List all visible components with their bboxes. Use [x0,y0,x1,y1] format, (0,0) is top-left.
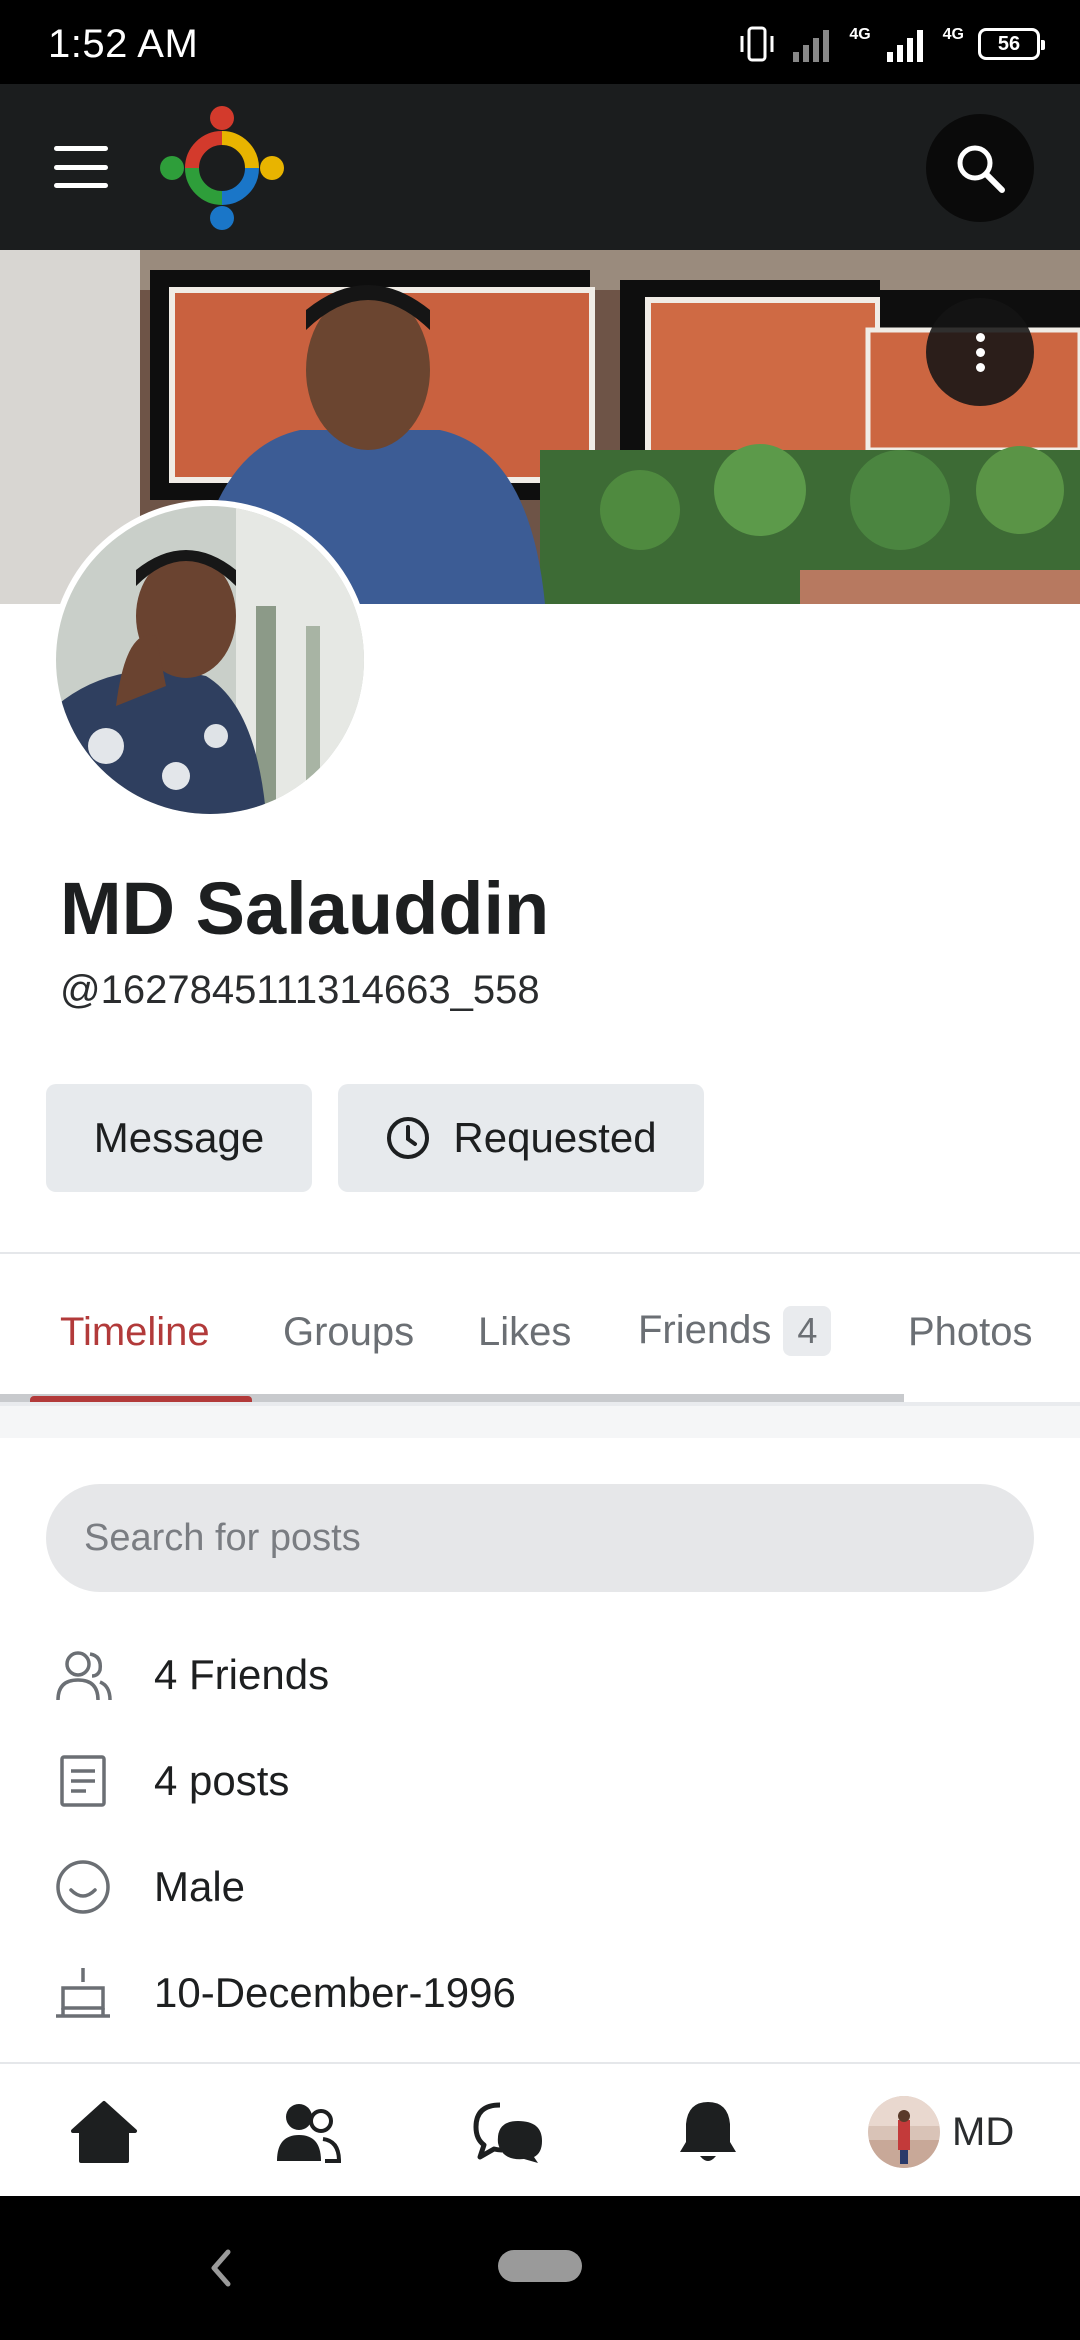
search-button[interactable] [926,114,1034,222]
app-logo[interactable] [158,104,286,232]
more-options-button[interactable] [926,298,1034,406]
nav-notifications[interactable] [668,2092,748,2172]
bottom-nav: MD [0,2062,1080,2196]
clock-icon [387,1117,430,1159]
status-icons: 4G 4G 56 [737,26,1045,62]
content-gap [0,1406,1080,1438]
bell-icon [680,2102,736,2161]
tab-timeline[interactable]: Timeline [60,1310,210,1355]
nav-messages[interactable] [468,2092,548,2172]
info-gender: Male [52,1852,245,1922]
info-birthday-text: 10-December-1996 [154,1969,516,2016]
avatar[interactable] [50,500,370,820]
profile-handle: @1627845111314663_558 [60,968,540,1012]
friends-count-badge: 4 [783,1306,832,1356]
timeline-content: 4 Friends 4 posts Male [0,1406,1080,2062]
nav-profile-label: MD [952,2109,1015,2154]
tab-friends[interactable]: Friends 4 [638,1306,832,1356]
tab-friends-label: Friends [638,1308,772,1352]
profile-section: MD Salauddin @1627845111314663_558 Messa… [0,500,1080,1254]
profile-tabs: Timeline Groups Likes Friends 4 Photos [0,1254,1080,1406]
gender-smile-icon [52,1856,114,1918]
hamburger-menu-icon[interactable] [40,134,122,200]
network-type-1: 4G [849,26,871,43]
posts-icon [52,1750,114,1812]
battery-level: 56 [997,32,1021,55]
info-friends-text: 4 Friends [154,1651,330,1698]
status-bar: 1:52 AM 4G 4G 56 [0,0,1080,84]
birthday-cake-icon [52,1962,114,2024]
status-time: 1:52 AM [48,22,199,66]
message-button-label: Message [93,1114,265,1161]
home-pill[interactable] [498,2250,582,2282]
signal-icon-2 [886,30,923,62]
vibrate-icon [740,26,774,62]
system-nav-bar [0,2196,1080,2340]
avatar-image [56,506,364,814]
requested-button[interactable]: Requested [338,1084,704,1192]
friends-icon [277,2104,342,2163]
search-icon [957,145,1005,193]
signal-icon [793,30,830,62]
info-friends: 4 Friends [52,1640,329,1710]
info-gender-text: Male [154,1863,246,1910]
info-posts-text: 4 posts [154,1757,290,1804]
chat-bubbles-icon [473,2102,542,2163]
home-icon [71,2101,137,2163]
info-posts: 4 posts [52,1746,289,1816]
app-bar [0,84,1080,250]
nav-profile[interactable]: MD [868,2094,1014,2170]
more-vertical-icon [975,332,985,372]
search-posts-input[interactable] [46,1484,1034,1592]
battery-icon: 56 [978,28,1045,60]
nav-home[interactable] [64,2092,144,2172]
back-icon[interactable] [200,2240,240,2296]
tab-likes[interactable]: Likes [478,1310,571,1355]
info-birthday: 10-December-1996 [52,1958,516,2028]
tab-photos[interactable]: Photos [908,1310,1033,1355]
requested-button-label: Requested [453,1114,657,1161]
nav-friends[interactable] [268,2092,348,2172]
tab-groups[interactable]: Groups [283,1310,414,1355]
friends-icon [52,1644,114,1706]
profile-name: MD Salauddin [60,867,550,950]
nav-profile-avatar [868,2096,940,2168]
network-type-2: 4G [942,26,964,43]
message-button[interactable]: Message [46,1084,312,1192]
